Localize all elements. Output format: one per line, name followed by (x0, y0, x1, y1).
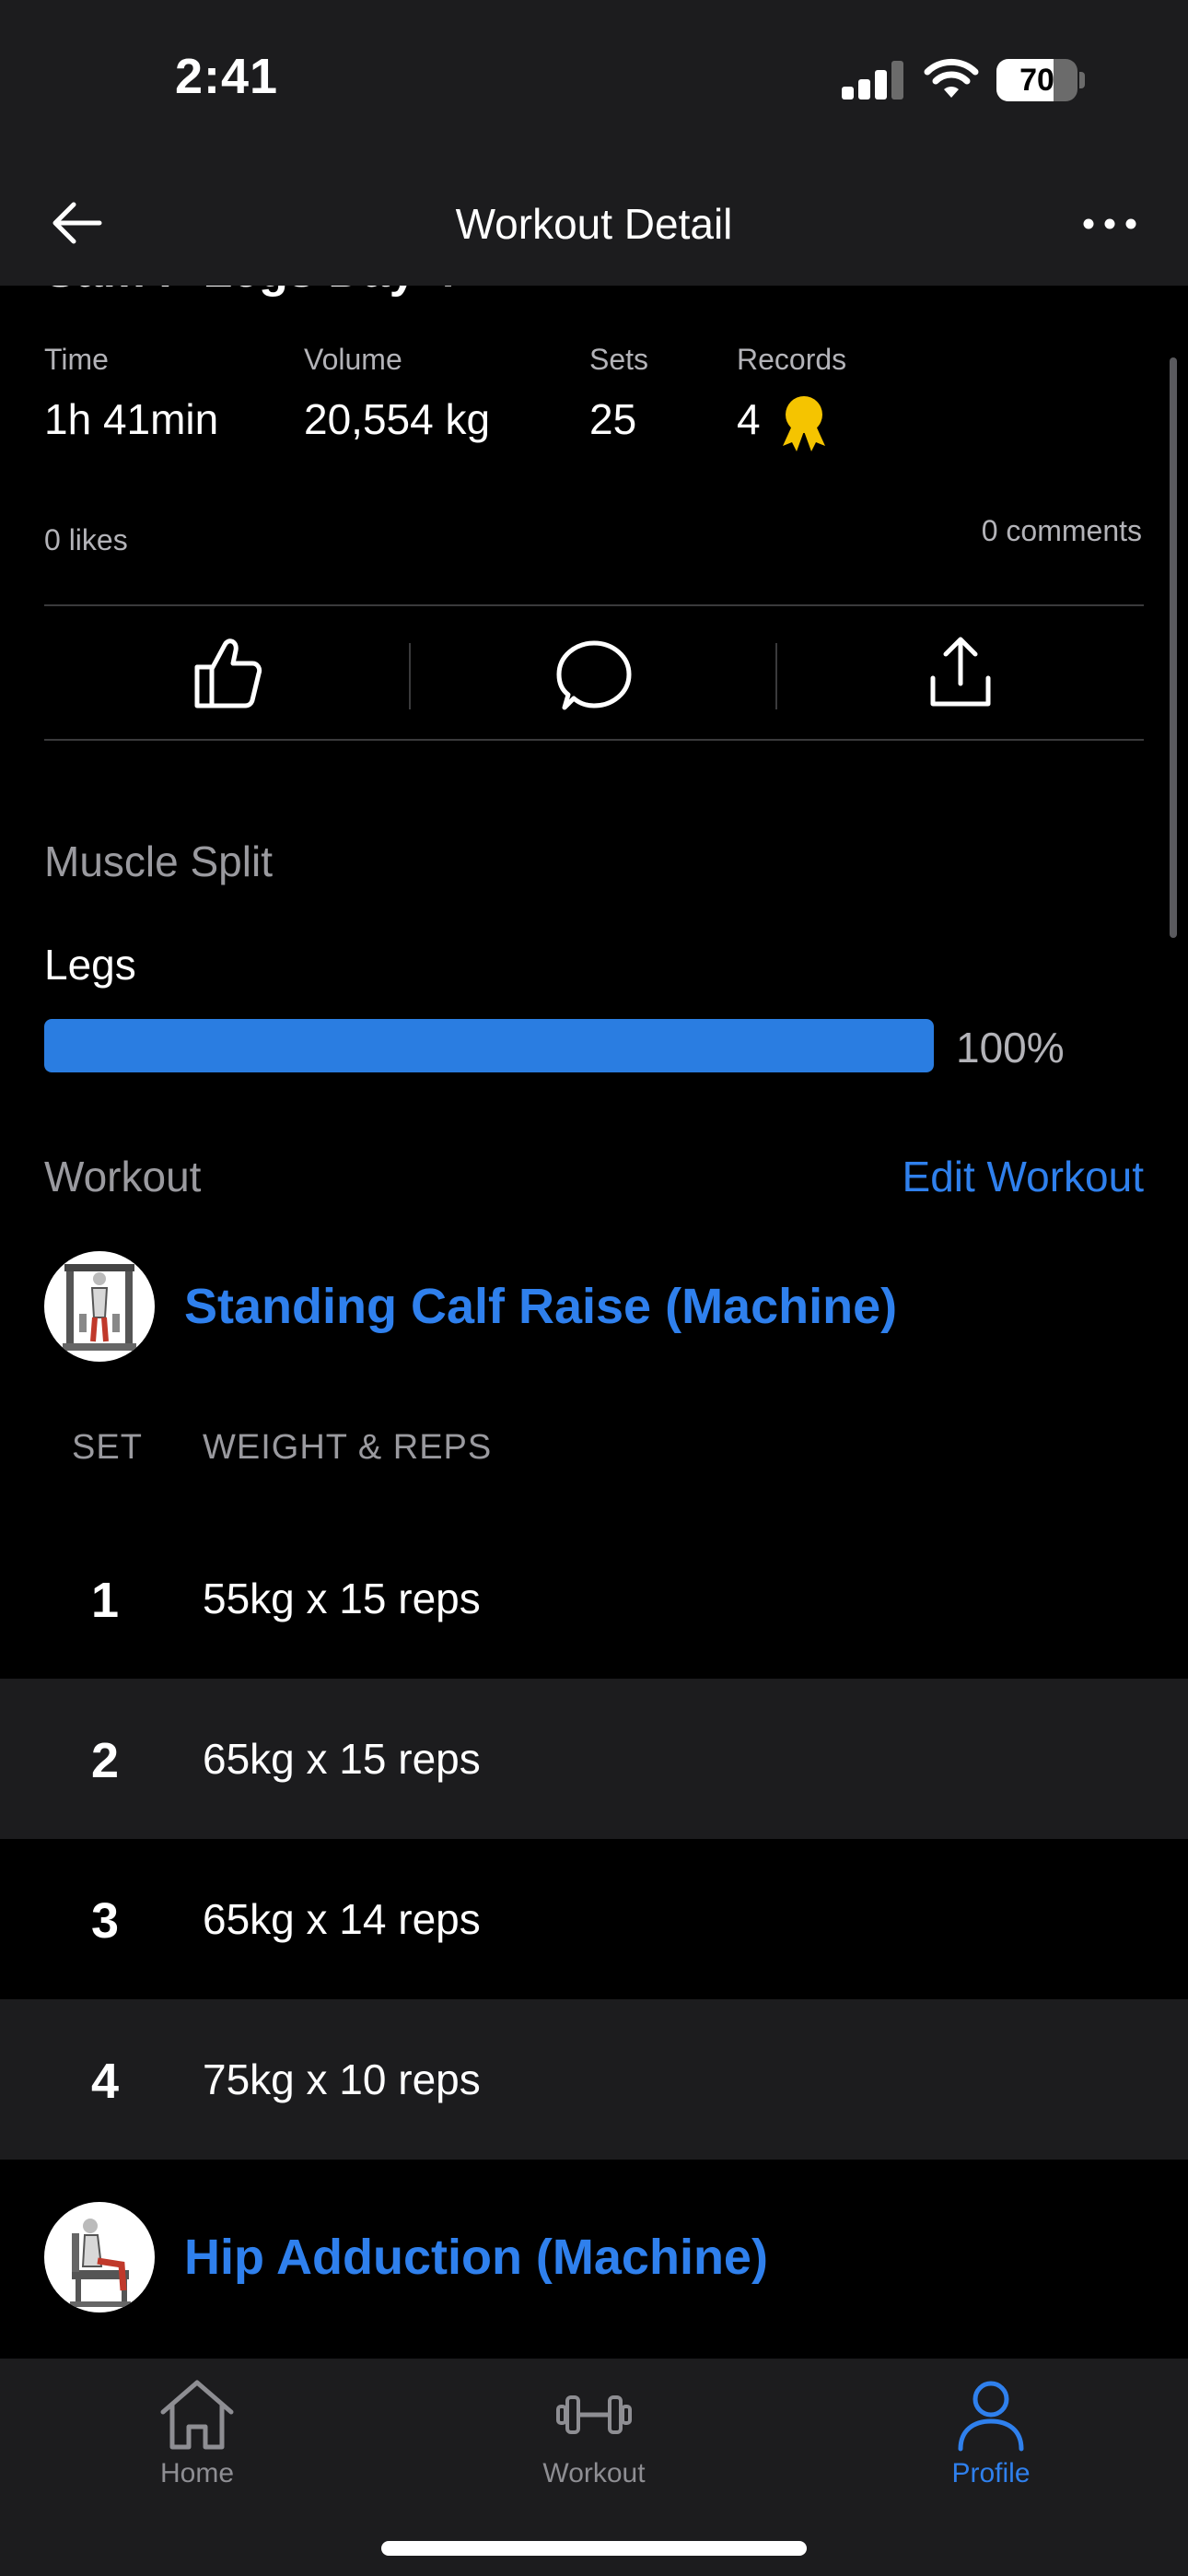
muscle-name-legs: Legs (44, 941, 136, 989)
profile-icon (958, 2381, 1024, 2452)
status-bar: 2:41 70 (0, 0, 1188, 158)
calf-raise-illustration-icon (63, 1264, 136, 1351)
page-title: Workout Detail (455, 200, 733, 248)
share-upload-icon[interactable] (914, 626, 1007, 719)
action-separator (775, 643, 777, 709)
workout-title: Sam P Legs Day 4 (44, 286, 456, 299)
workout-section-title: Workout (44, 1153, 202, 1200)
tab-profile[interactable]: Profile (890, 2375, 1092, 2513)
workout-detail-content[interactable]: Sam P Legs Day 4 Time 1h 41min Volume 20… (0, 286, 1188, 2359)
stat-label-sets: Sets (589, 343, 649, 376)
like-thumbs-up-icon[interactable] (181, 626, 273, 719)
set-number: 4 (90, 2054, 120, 2109)
comments-count[interactable]: 0 comments (982, 514, 1142, 548)
action-separator (409, 643, 411, 709)
tab-label: Profile (951, 2458, 1031, 2488)
scrollbar[interactable] (1170, 357, 1177, 938)
exercise-name[interactable]: Standing Calf Raise (Machine) (184, 1278, 897, 1335)
likes-count[interactable]: 0 likes (44, 523, 128, 557)
muscle-progress-bar (44, 1019, 934, 1072)
dumbbell-icon (556, 2395, 632, 2434)
set-weight-reps: 65kg x 14 reps (203, 1895, 481, 1943)
column-header-weight-reps: WEIGHT & REPS (203, 1428, 493, 1467)
stat-label-records: Records (737, 343, 847, 376)
stat-value-sets: 25 (589, 395, 637, 443)
status-time: 2:41 (175, 49, 279, 104)
nav-header: Workout Detail (0, 158, 1188, 286)
set-weight-reps: 75kg x 10 reps (203, 2055, 481, 2103)
muscle-split-title: Muscle Split (44, 837, 273, 885)
set-row: 3 65kg x 14 reps (0, 1839, 1188, 1999)
muscle-percent: 100% (956, 1024, 1065, 1071)
exercise-name[interactable]: Hip Adduction (Machine) (184, 2229, 768, 2286)
tab-label: Home (159, 2458, 235, 2488)
set-weight-reps: 65kg x 15 reps (203, 1735, 481, 1783)
home-icon (160, 2380, 234, 2450)
tab-home[interactable]: Home (96, 2375, 298, 2513)
exercise-thumbnail (44, 2202, 155, 2313)
column-header-set: SET (72, 1428, 143, 1467)
stat-value-time: 1h 41min (44, 395, 219, 443)
tab-workout[interactable]: Workout (493, 2375, 695, 2513)
set-number: 2 (90, 1733, 120, 1788)
stat-value-records: 4 (737, 395, 761, 443)
tab-label: Workout (542, 2458, 646, 2488)
muscle-progress-fill (44, 1019, 934, 1072)
stat-value-volume: 20,554 kg (304, 395, 491, 443)
divider (44, 604, 1144, 606)
edit-workout-button[interactable]: Edit Workout (903, 1152, 1144, 1201)
exercise-thumbnail (44, 1251, 155, 1362)
stat-label-time: Time (44, 343, 109, 376)
hip-adduction-illustration-icon (70, 2219, 131, 2307)
set-weight-reps: 55kg x 15 reps (203, 1575, 481, 1622)
set-number: 3 (90, 1893, 120, 1949)
cellular-signal-icon (842, 61, 904, 100)
battery-icon: 70 (996, 59, 1085, 101)
medal-icon (783, 396, 825, 451)
divider (44, 739, 1144, 741)
more-options-icon[interactable] (1077, 201, 1142, 247)
comment-bubble-icon[interactable] (548, 626, 640, 719)
stat-label-volume: Volume (304, 343, 402, 376)
battery-percent: 70 (1019, 63, 1054, 98)
wifi-icon (924, 58, 979, 98)
set-row: 4 75kg x 10 reps (0, 1999, 1188, 2160)
home-indicator[interactable] (381, 2541, 807, 2556)
set-row: 1 55kg x 15 reps (0, 1518, 1188, 1679)
exercise-header[interactable]: Hip Adduction (Machine) (44, 2202, 768, 2313)
exercise-header[interactable]: Standing Calf Raise (Machine) (44, 1251, 897, 1362)
set-number: 1 (90, 1573, 120, 1628)
set-row: 2 65kg x 15 reps (0, 1679, 1188, 1839)
